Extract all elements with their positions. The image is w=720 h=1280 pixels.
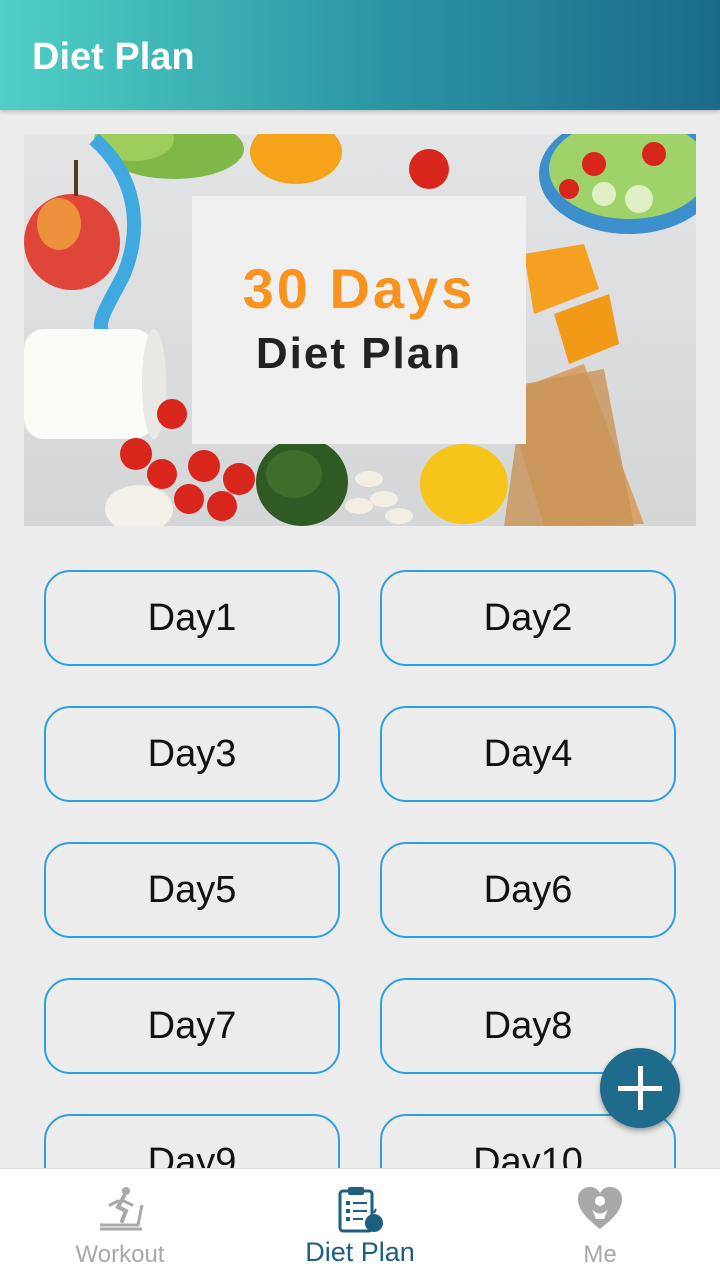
banner-subline: Diet Plan xyxy=(255,329,463,378)
nav-label-me: Me xyxy=(583,1241,617,1268)
diet-clipboard-icon xyxy=(338,1187,383,1233)
day-7-button[interactable]: Day7 xyxy=(44,978,340,1074)
day-5-button[interactable]: Day5 xyxy=(44,842,340,938)
day-2-button[interactable]: Day2 xyxy=(380,570,676,666)
diet-plan-banner[interactable]: 30 Days Diet Plan xyxy=(24,134,696,526)
page-title: Diet Plan xyxy=(32,36,195,78)
day-6-button[interactable]: Day6 xyxy=(380,842,676,938)
day-3-button[interactable]: Day3 xyxy=(44,706,340,802)
treadmill-icon xyxy=(100,1187,144,1231)
bottom-navigation: Workout Diet Plan Me xyxy=(0,1168,720,1280)
nav-label-workout: Workout xyxy=(75,1241,165,1268)
day-9-button[interactable]: Day9 xyxy=(44,1114,340,1168)
heart-person-icon xyxy=(578,1187,622,1229)
plus-icon xyxy=(618,1066,662,1110)
nav-item-diet-plan[interactable]: Diet Plan xyxy=(240,1169,480,1280)
day-1-button[interactable]: Day1 xyxy=(44,570,340,666)
banner-headline: 30 Days xyxy=(242,257,476,320)
app-bar: Diet Plan xyxy=(0,0,720,110)
nav-label-diet-plan: Diet Plan xyxy=(305,1237,415,1267)
nav-item-me[interactable]: Me xyxy=(480,1169,720,1280)
day-4-button[interactable]: Day4 xyxy=(380,706,676,802)
banner-card: 30 Days Diet Plan xyxy=(192,196,526,444)
add-button[interactable] xyxy=(600,1048,680,1128)
nav-item-workout[interactable]: Workout xyxy=(0,1169,240,1280)
